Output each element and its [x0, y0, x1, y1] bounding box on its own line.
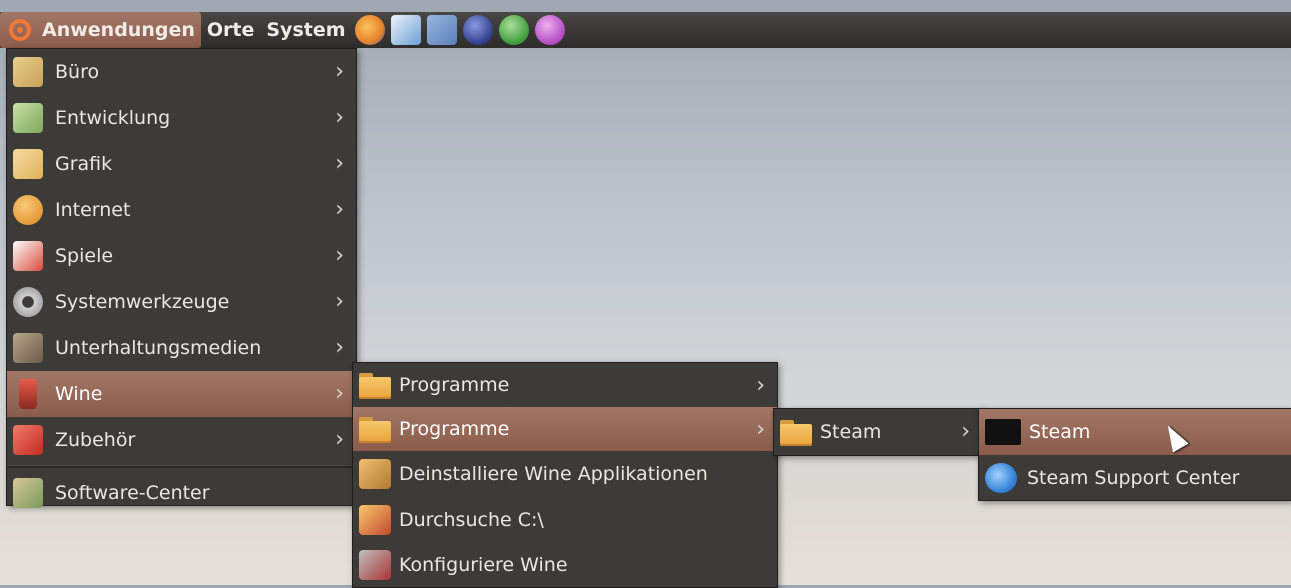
panel-menu-label: Orte [206, 19, 255, 41]
menu-item-graphics[interactable]: Grafik › [7, 141, 356, 187]
graphics-icon [13, 149, 43, 179]
uninstall-icon [359, 459, 391, 489]
wine-submenu: Programme › Programme › Deinstalliere Wi… [352, 362, 778, 588]
menu-item-system-tools[interactable]: Systemwerkzeuge › [7, 279, 356, 325]
folder-icon [359, 371, 391, 399]
media-player-icon[interactable] [498, 15, 529, 45]
menu-item-steam[interactable]: Steam [979, 409, 1291, 455]
menu-item-steam-folder[interactable]: Steam › [774, 409, 982, 455]
menu-item-label: Deinstalliere Wine Applikationen [399, 463, 708, 485]
menu-item-label: Büro [55, 61, 100, 83]
chevron-right-icon: › [335, 427, 344, 452]
menu-item-accessories[interactable]: Zubehör › [7, 417, 356, 463]
menu-item-label: Wine [55, 383, 103, 405]
menu-item-label: Entwicklung [55, 107, 171, 129]
chevron-right-icon: › [335, 59, 344, 84]
development-icon [13, 103, 43, 133]
menu-item-programme[interactable]: Programme › [353, 363, 777, 407]
panel-menu-applications[interactable]: Anwendungen [0, 12, 201, 48]
menu-item-label: Programme [399, 374, 510, 396]
internet-explorer-icon [985, 463, 1017, 493]
text-editor-icon[interactable] [390, 15, 421, 45]
chevron-right-icon: › [335, 151, 344, 176]
software-center-icon [13, 478, 43, 508]
panel-menu-places[interactable]: Orte [201, 12, 261, 48]
configure-wine-icon [359, 550, 391, 580]
chevron-right-icon: › [756, 417, 765, 442]
internet-icon [13, 195, 43, 225]
menu-item-label: Steam [1029, 421, 1091, 443]
menu-item-development[interactable]: Entwicklung › [7, 95, 356, 141]
office-icon [13, 57, 43, 87]
menu-item-steam-support-center[interactable]: Steam Support Center [979, 455, 1291, 501]
menu-item-label: Konfiguriere Wine [399, 554, 568, 576]
eclipse-icon[interactable] [462, 15, 493, 45]
chevron-right-icon: › [335, 197, 344, 222]
applications-menu: Büro › Entwicklung › Grafik › Internet ›… [6, 48, 357, 508]
wine-icon [19, 379, 37, 409]
menu-item-multimedia[interactable]: Unterhaltungsmedien › [7, 325, 356, 371]
menu-item-wine[interactable]: Wine › [7, 371, 356, 417]
ubuntu-logo-icon [6, 16, 34, 44]
menu-item-label: Steam Support Center [1027, 467, 1240, 489]
menu-separator [7, 465, 356, 468]
menu-item-browse-c[interactable]: Durchsuche C:\ [353, 497, 777, 543]
chevron-right-icon: › [335, 335, 344, 360]
menu-item-internet[interactable]: Internet › [7, 187, 356, 233]
pidgin-icon[interactable] [534, 15, 565, 45]
panel-menu-label: Anwendungen [42, 19, 195, 41]
menu-item-label: Durchsuche C:\ [399, 509, 544, 531]
chevron-right-icon: › [961, 419, 970, 444]
menu-item-label: Spiele [55, 245, 114, 267]
menu-item-uninstall-wine-apps[interactable]: Deinstalliere Wine Applikationen [353, 451, 777, 497]
accessories-icon [13, 425, 43, 455]
folder-icon [780, 418, 812, 446]
menu-item-label: Systemwerkzeuge [55, 291, 230, 313]
equation-icon[interactable] [426, 15, 457, 45]
browse-c-icon [359, 505, 391, 535]
menu-item-label: Grafik [55, 153, 113, 175]
chevron-right-icon: › [335, 243, 344, 268]
top-panel: Anwendungen Orte System [0, 12, 1291, 48]
menu-item-label: Software-Center [55, 482, 210, 504]
chevron-right-icon: › [335, 105, 344, 130]
steam-submenu: Steam Steam Support Center [978, 408, 1291, 501]
chevron-right-icon: › [335, 289, 344, 314]
menu-item-software-center[interactable]: Software-Center [7, 470, 356, 516]
firefox-icon[interactable] [354, 15, 385, 45]
menu-item-label: Programme [399, 418, 510, 440]
chevron-right-icon: › [756, 373, 765, 398]
menu-item-label: Zubehör [55, 429, 136, 451]
steam-icon [985, 419, 1021, 445]
panel-menu-system[interactable]: System [260, 12, 351, 48]
programme-submenu: Steam › [773, 408, 983, 456]
menu-item-games[interactable]: Spiele › [7, 233, 356, 279]
menu-item-programme-selected[interactable]: Programme › [353, 407, 777, 451]
games-icon [13, 241, 43, 271]
panel-menu-label: System [266, 19, 346, 41]
multimedia-icon [13, 333, 43, 363]
menu-item-office[interactable]: Büro › [7, 49, 356, 95]
folder-icon [359, 415, 391, 443]
menu-item-label: Unterhaltungsmedien [55, 337, 262, 359]
chevron-right-icon: › [335, 381, 344, 406]
menu-item-label: Steam [820, 421, 882, 443]
system-tools-icon [13, 287, 43, 317]
menu-item-label: Internet [55, 199, 131, 221]
menu-item-configure-wine[interactable]: Konfiguriere Wine [353, 543, 777, 587]
